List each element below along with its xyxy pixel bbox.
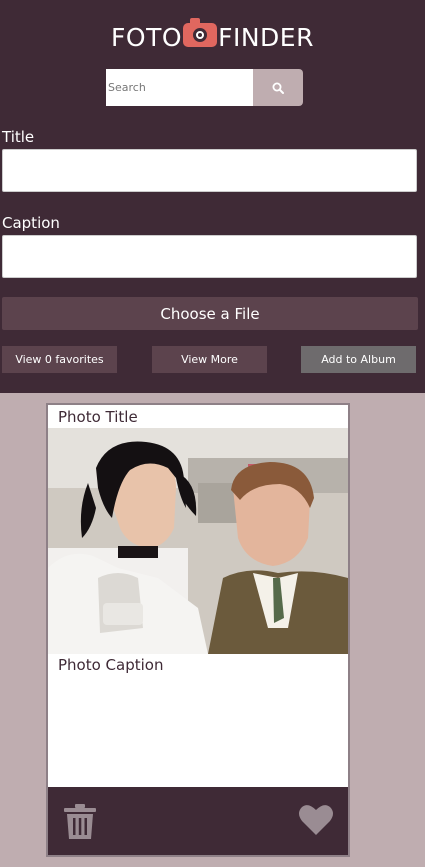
caption-input[interactable] [2,235,417,278]
photo-card: Photo Title Photo Caption [46,403,350,857]
photo-image [48,428,348,654]
add-to-album-button[interactable]: Add to Album [301,346,416,373]
logo-text-right: FINDER [218,23,314,52]
search-button[interactable] [253,69,303,106]
heart-icon[interactable] [298,803,334,837]
search-icon [272,82,284,94]
view-more-button[interactable]: View More [152,346,267,373]
caption-label: Caption [2,214,60,232]
view-favorites-button[interactable]: View 0 favorites [2,346,117,373]
logo-text-left: FOTO [111,23,183,52]
camera-icon [183,18,218,47]
app-logo: FOTO FINDER [0,18,425,55]
card-footer [48,787,348,855]
title-input[interactable] [2,149,417,192]
choose-file-button[interactable]: Choose a File [2,297,418,330]
app-header: FOTO FINDER Title Caption Choose a File V… [0,0,425,393]
search-input[interactable] [106,69,254,106]
title-label: Title [2,128,35,146]
trash-icon[interactable] [63,804,97,840]
photo-caption[interactable]: Photo Caption [58,656,163,674]
photo-title[interactable]: Photo Title [58,408,138,426]
